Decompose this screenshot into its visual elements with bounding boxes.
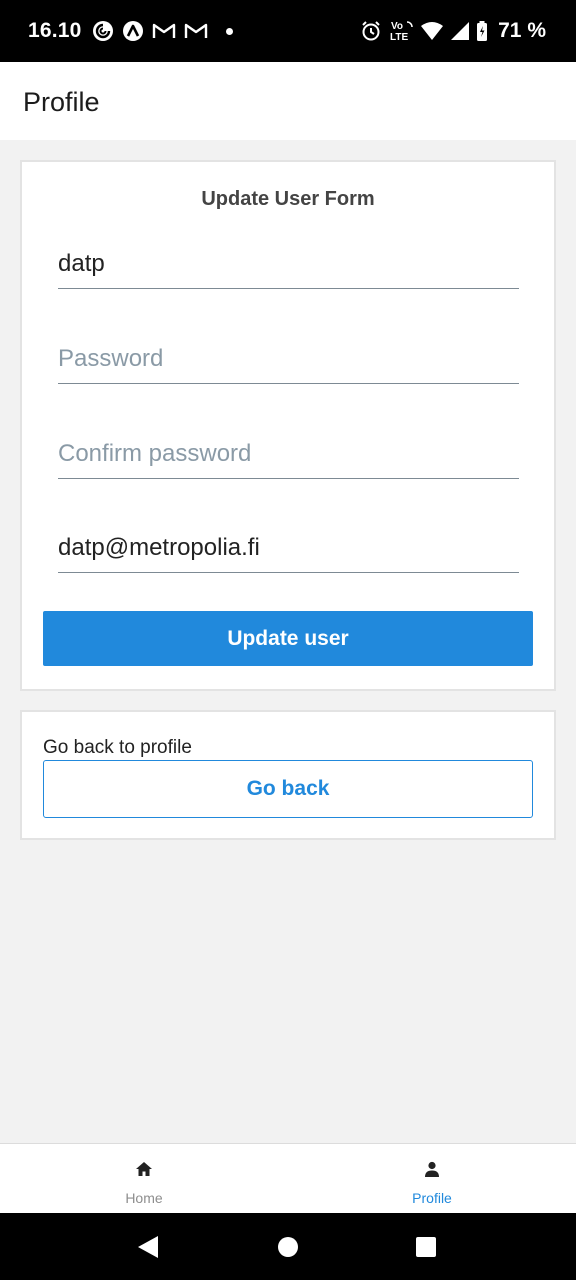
page-title: Profile <box>23 87 100 117</box>
battery-icon <box>477 21 488 41</box>
bottom-tab-bar: Home Profile <box>0 1143 576 1213</box>
status-time: 16.10 <box>28 19 82 42</box>
email-field[interactable] <box>58 523 519 573</box>
signal-icon <box>451 22 470 40</box>
notification-icons <box>92 20 233 42</box>
volte-icon: Vo LTE <box>390 21 413 43</box>
app-header: Profile <box>0 62 576 140</box>
arc-icon <box>123 21 143 41</box>
tab-profile[interactable]: Profile <box>288 1144 576 1214</box>
wifi-icon <box>421 22 444 40</box>
person-icon <box>424 1160 440 1178</box>
dot-icon <box>226 27 233 35</box>
go-back-label: Go back to profile <box>43 737 192 758</box>
back-triangle-icon[interactable] <box>135 1234 161 1260</box>
svg-text:Vo: Vo <box>391 21 403 32</box>
password-field[interactable] <box>58 334 519 384</box>
home-icon <box>135 1160 153 1178</box>
confirm-password-field[interactable] <box>58 429 519 479</box>
tab-home-label: Home <box>125 1190 163 1206</box>
system-status-icons: Vo LTE 71 % <box>360 19 546 43</box>
go-back-button[interactable]: Go back <box>43 760 533 818</box>
go-back-card: Go back to profile Go back <box>20 710 556 840</box>
pocket-casts-icon <box>93 21 113 41</box>
system-navigation-bar <box>0 1213 576 1280</box>
tab-profile-label: Profile <box>412 1190 452 1206</box>
form-title: Update User Form <box>201 188 375 210</box>
recents-square-icon[interactable] <box>413 1234 439 1260</box>
tab-home[interactable]: Home <box>0 1144 288 1214</box>
alarm-icon <box>362 21 380 41</box>
gmail-icon <box>152 23 176 38</box>
battery-percentage: 71 % <box>498 19 546 42</box>
status-bar: 16.10 Vo LTE 71 % <box>0 0 576 62</box>
username-field[interactable] <box>58 239 519 289</box>
svg-text:LTE: LTE <box>390 32 408 43</box>
update-user-form-card: Update User Form Update user <box>20 160 556 691</box>
home-circle-icon[interactable] <box>275 1234 301 1260</box>
gmail-icon <box>184 23 208 38</box>
update-user-button[interactable]: Update user <box>43 611 533 666</box>
